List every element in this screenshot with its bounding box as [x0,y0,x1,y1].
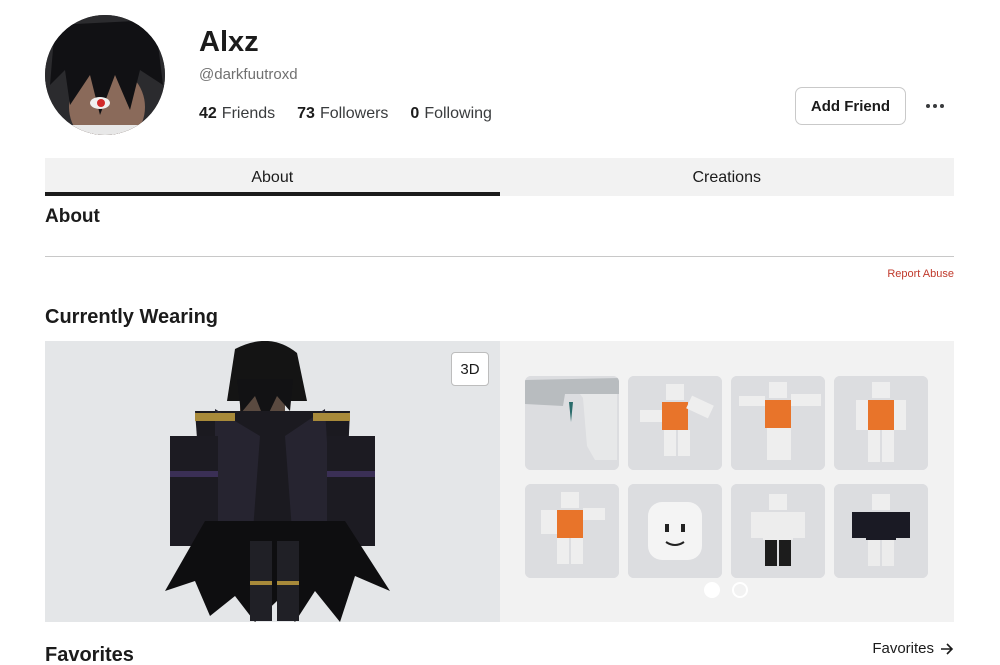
animation-item[interactable] [834,376,928,470]
worn-items-grid [525,376,928,578]
animation-thumbnail [731,376,825,470]
followers-stat[interactable]: 73 Followers [297,105,388,123]
shirt-thumbnail [731,484,825,578]
divider [45,256,954,257]
followers-count: 73 [297,105,315,122]
animation-item[interactable] [628,376,722,470]
username: @darkfuutroxd [199,66,298,83]
favorites-link-label: Favorites [872,640,934,657]
following-stat[interactable]: 0 Following [410,105,492,123]
accessory-item[interactable] [525,376,619,470]
more-horizontal-icon[interactable] [920,96,950,116]
animation-item[interactable] [525,484,619,578]
avatar-viewer[interactable]: 3D [45,341,500,622]
page-dot-2[interactable] [732,582,748,598]
profile-stats: 42 Friends 73 Followers 0 Following [199,105,492,123]
outfit-item[interactable] [834,484,928,578]
accessory-thumbnail [525,376,619,470]
following-label: Following [424,105,492,122]
page-dot-1[interactable] [704,582,720,598]
avatar-render-image [45,341,500,622]
worn-items-panel [500,341,954,622]
favorites-heading: Favorites [45,644,134,665]
profile-avatar [45,15,165,135]
face-thumbnail [628,484,722,578]
report-abuse-link[interactable]: Report Abuse [887,268,954,280]
display-name: Alxz [199,26,259,58]
favorites-link[interactable]: Favorites [872,640,954,657]
toggle-3d-button[interactable]: 3D [451,352,489,386]
shirt-item[interactable] [731,484,825,578]
animation-thumbnail [628,376,722,470]
add-friend-button[interactable]: Add Friend [795,87,906,125]
friends-stat[interactable]: 42 Friends [199,105,275,123]
outfit-thumbnail [834,484,928,578]
profile-tabs: About Creations [45,158,954,196]
face-item[interactable] [628,484,722,578]
following-count: 0 [410,105,420,122]
animation-thumbnail [834,376,928,470]
tab-about[interactable]: About [45,158,500,196]
currently-wearing-heading: Currently Wearing [45,306,218,328]
animation-thumbnail [525,484,619,578]
followers-label: Followers [319,105,389,122]
friends-count: 42 [199,105,217,122]
animation-item[interactable] [731,376,825,470]
carousel-pagination [704,582,748,598]
avatar-headshot-image [45,15,165,135]
friends-label: Friends [221,105,276,122]
arrow-right-icon [941,642,954,655]
tab-creations[interactable]: Creations [500,158,955,196]
about-heading: About [45,206,100,227]
